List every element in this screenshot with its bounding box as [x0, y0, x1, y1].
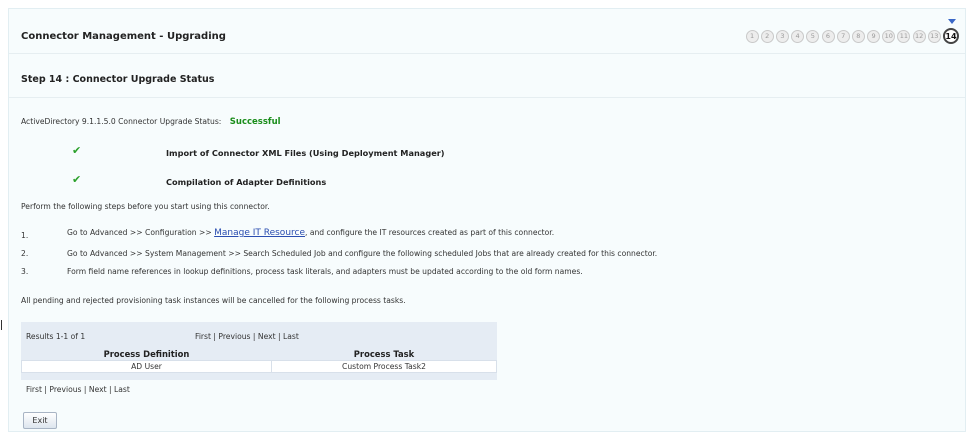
pager-next[interactable]: Next	[89, 385, 107, 394]
wizard-step-7: 7	[836, 29, 850, 43]
results-pager-bottom: First | Previous | Next | Last	[26, 385, 130, 394]
wizard-step-3: 3	[775, 29, 789, 43]
task-label-import-xml: Import of Connector XML Files (Using Dep…	[166, 148, 445, 158]
instruction-number: 2.	[21, 249, 29, 258]
pager-previous[interactable]: Previous	[218, 332, 250, 341]
check-icon: ✔	[72, 144, 82, 157]
edge-marker	[1, 320, 2, 330]
wizard-step-4: 4	[791, 29, 805, 43]
instruction-number: 3.	[21, 267, 29, 276]
wizard-step-8: 8	[851, 29, 865, 43]
header-divider	[9, 53, 965, 54]
pager-separator: |	[213, 332, 216, 341]
pending-tasks-note: All pending and rejected provisioning ta…	[21, 296, 406, 305]
wizard-step-2: 2	[760, 29, 774, 43]
results-pager-top: First | Previous | Next | Last	[195, 332, 299, 341]
wizard-step-current: 14	[943, 28, 959, 44]
pager-separator: |	[278, 332, 281, 341]
cell-process-task: Custom Process Task2	[271, 360, 497, 373]
pager-last[interactable]: Last	[283, 332, 299, 341]
table-header-row: Process Definition Process Task	[21, 348, 497, 361]
task-label-compile-adapters: Compilation of Adapter Definitions	[166, 177, 327, 187]
results-summary: Results 1-1 of 1	[26, 332, 86, 341]
wizard-step-9: 9	[867, 29, 881, 43]
pager-first[interactable]: First	[26, 385, 42, 394]
pager-separator: |	[83, 385, 87, 394]
instruction-step-3: Form field name references in lookup def…	[67, 267, 583, 276]
pager-next[interactable]: Next	[258, 332, 276, 341]
manage-it-resource-link[interactable]: Manage IT Resource	[214, 228, 305, 238]
instruction-number: 1.	[21, 231, 29, 240]
wizard-step-10: 10	[882, 29, 896, 43]
instructions-intro: Perform the following steps before you s…	[21, 202, 270, 211]
wizard-step-11: 11	[897, 29, 911, 43]
wizard-step-12: 12	[912, 29, 926, 43]
upgrade-status-label: ActiveDirectory 9.1.1.5.0 Connector Upgr…	[21, 117, 222, 126]
pager-first[interactable]: First	[195, 332, 211, 341]
wizard-step-6: 6	[821, 29, 835, 43]
table-row: AD User Custom Process Task2	[21, 360, 497, 373]
column-header-process-definition: Process Definition	[21, 348, 272, 361]
step-title: Step 14 : Connector Upgrade Status	[21, 74, 215, 85]
exit-button[interactable]: Exit	[23, 412, 57, 429]
pager-last[interactable]: Last	[114, 385, 130, 394]
upgrade-panel: Connector Management - Upgrading 1 2 3 4…	[8, 8, 966, 432]
wizard-step-1: 1	[745, 29, 759, 43]
pager-previous[interactable]: Previous	[49, 385, 81, 394]
pager-separator: |	[44, 385, 47, 394]
wizard-step-5: 5	[806, 29, 820, 43]
instruction-step-2: Go to Advanced >> System Management >> S…	[67, 249, 658, 258]
process-task-table: Process Definition Process Task AD User …	[21, 348, 497, 373]
step-divider	[9, 97, 965, 98]
wizard-step-indicator: 1 2 3 4 5 6 7 8 9 10 11 12 13 14	[745, 28, 959, 44]
cell-process-definition: AD User	[21, 360, 272, 373]
current-step-marker-icon	[948, 19, 956, 24]
pager-separator: |	[252, 332, 256, 341]
wizard-step-13: 13	[927, 29, 941, 43]
upgrade-status-line: ActiveDirectory 9.1.1.5.0 Connector Upgr…	[21, 117, 281, 127]
instruction-step-1-before: Go to Advanced >> Configuration >>	[67, 228, 215, 237]
pager-separator: |	[109, 385, 112, 394]
upgrade-status-value: Successful	[229, 117, 281, 127]
instruction-step-1: Go to Advanced >> Configuration >> Manag…	[67, 228, 554, 238]
page-title: Connector Management - Upgrading	[21, 31, 226, 42]
instruction-step-1-after: , and configure the IT resources created…	[305, 228, 555, 237]
column-header-process-task: Process Task	[271, 348, 497, 361]
check-icon: ✔	[72, 173, 82, 186]
